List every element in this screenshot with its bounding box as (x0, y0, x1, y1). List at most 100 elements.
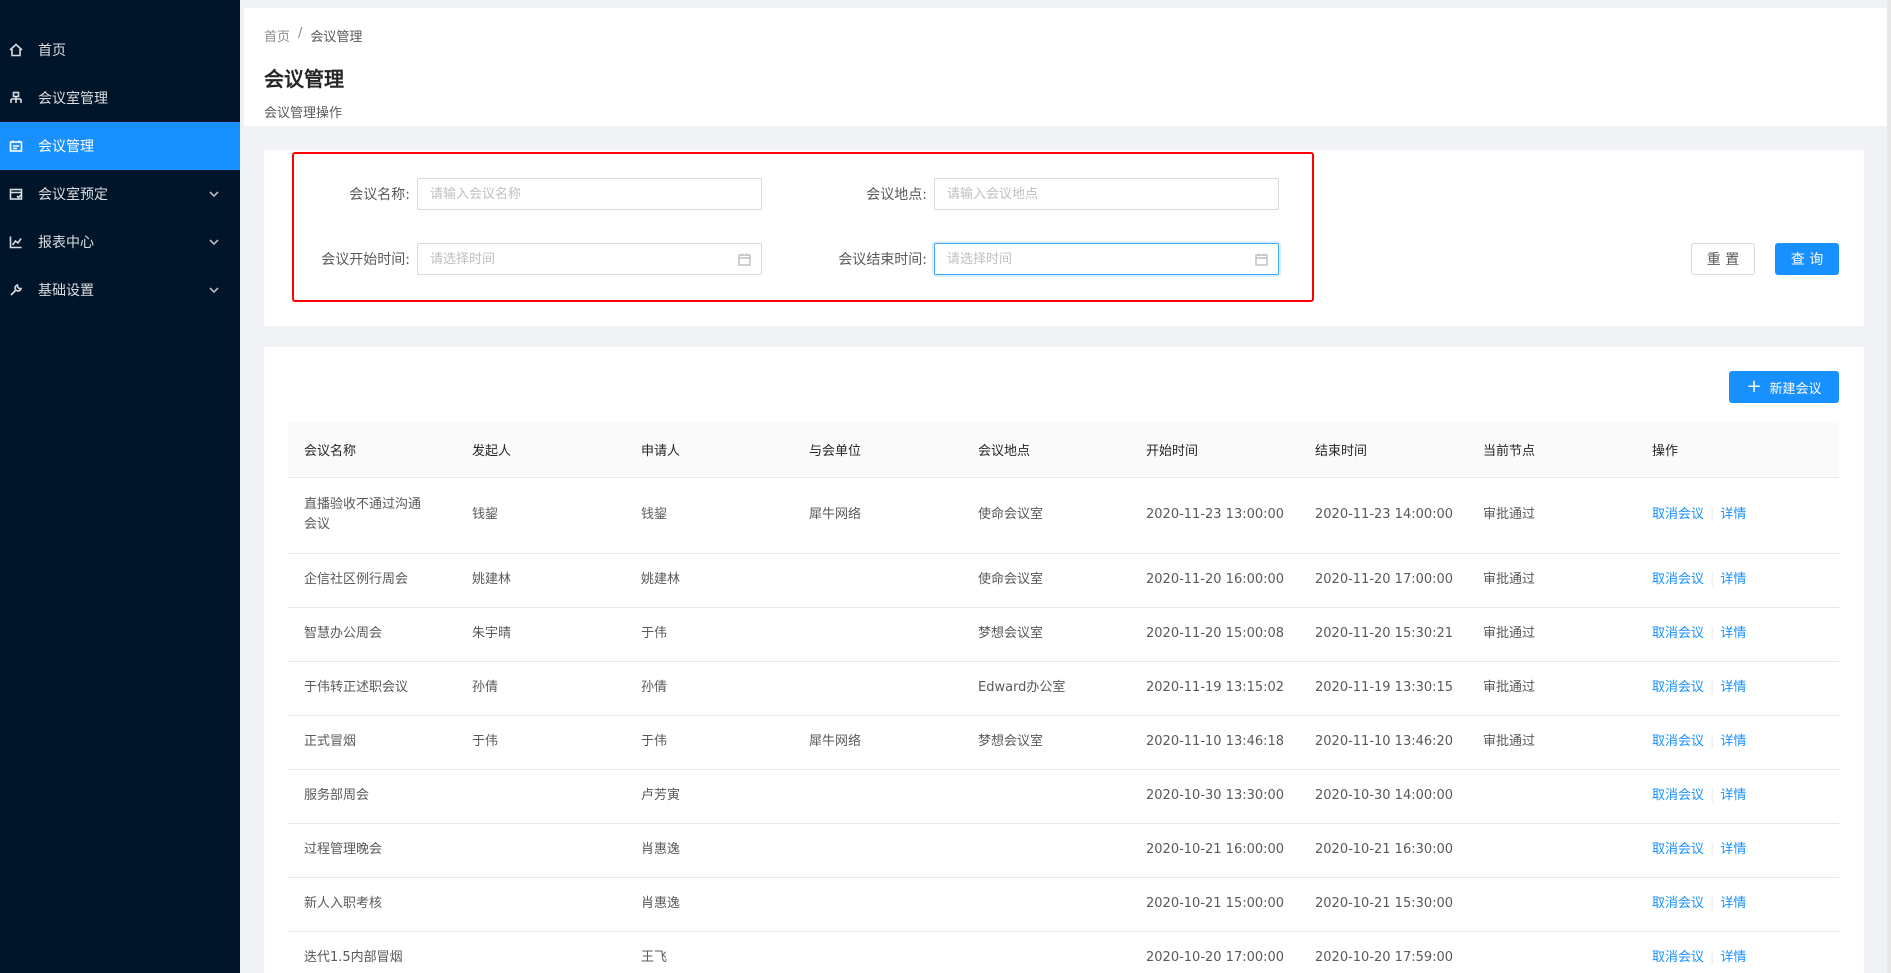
detail-link[interactable]: 详情 (1720, 507, 1746, 522)
cell-name: 于伟转正述职会议 (288, 661, 456, 716)
cell-actions: 取消会议 | 详情 (1636, 823, 1839, 878)
cell-applicant: 孙倩 (625, 661, 793, 716)
table-row: 正式冒烟 于伟 于伟 犀牛网络 梦想会议室 2020-11-10 13:46:18 2020… (288, 715, 1839, 770)
cancel-meeting-link[interactable]: 取消会议 (1652, 507, 1704, 522)
detail-link[interactable]: 详情 (1720, 734, 1746, 749)
table-row: 直播验收不通过沟通会议 钱鋆 钱鋆 犀牛网络 使命会议室 2020-11-23 13:00… (288, 477, 1839, 554)
cancel-meeting-link[interactable]: 取消会议 (1652, 788, 1704, 803)
sidebar-item-room-booking[interactable]: 会议室预定 (0, 170, 240, 218)
column-header: 会议名称 (288, 423, 456, 478)
cell-applicant: 肖惠逸 (625, 823, 793, 878)
cell-end: 2020-11-23 14:00:00 (1299, 477, 1467, 554)
cell-start: 2020-11-10 13:46:18 (1130, 715, 1299, 770)
start-time-label: 会议开始时间: (321, 252, 410, 268)
cell-name: 过程管理晚会 (288, 823, 456, 878)
detail-link[interactable]: 详情 (1720, 950, 1746, 965)
detail-link[interactable]: 详情 (1720, 788, 1746, 803)
cell-node: 审批通过 (1467, 607, 1636, 662)
cell-location: Edward办公室 (962, 661, 1130, 716)
cancel-meeting-link[interactable]: 取消会议 (1652, 572, 1704, 587)
cell-location (962, 931, 1130, 973)
cell-initiator: 于伟 (456, 715, 625, 770)
sidebar-item-label: 首页 (38, 43, 66, 59)
detail-link[interactable]: 详情 (1720, 680, 1746, 695)
end-time-label: 会议结束时间: (838, 252, 927, 268)
action-divider: | (1710, 626, 1715, 641)
breadcrumb-home[interactable]: 首页 (264, 26, 290, 45)
cell-initiator: 姚建林 (456, 553, 625, 608)
cell-node (1467, 823, 1636, 878)
cell-node (1467, 931, 1636, 973)
cancel-meeting-link[interactable]: 取消会议 (1652, 842, 1704, 857)
table-row: 企信社区例行周会 姚建林 姚建林 使命会议室 2020-11-20 16:00:00 20… (288, 553, 1839, 608)
chevron-down-icon[interactable] (208, 236, 220, 248)
reset-button[interactable]: 重 置 (1691, 243, 1755, 275)
cell-node: 审批通过 (1467, 661, 1636, 716)
start-time-field[interactable] (417, 243, 762, 275)
breadcrumb-current: 会议管理 (310, 30, 363, 45)
sidebar-item-label: 会议室管理 (38, 91, 108, 107)
cell-initiator: 孙倩 (456, 661, 625, 716)
sidebar-item-label: 基础设置 (38, 283, 94, 299)
page-title: 会议管理 (264, 67, 344, 91)
start-time-input[interactable] (418, 244, 761, 274)
cancel-meeting-link[interactable]: 取消会议 (1652, 950, 1704, 965)
cell-location (962, 823, 1130, 878)
cell-unit (793, 931, 962, 973)
meeting-icon (8, 138, 24, 154)
cell-start: 2020-10-21 16:00:00 (1130, 823, 1299, 878)
new-meeting-label: 新建会议 (1769, 381, 1822, 397)
new-meeting-button[interactable]: + 新建会议 (1729, 371, 1839, 403)
column-header: 结束时间 (1299, 423, 1467, 478)
cell-location: 使命会议室 (962, 477, 1130, 554)
cancel-meeting-link[interactable]: 取消会议 (1652, 734, 1704, 749)
end-time-field[interactable] (934, 243, 1279, 275)
meeting-location-field[interactable] (934, 178, 1279, 210)
cell-actions: 取消会议 | 详情 (1636, 769, 1839, 824)
meeting-name-field[interactable] (417, 178, 762, 210)
chevron-down-icon[interactable] (208, 284, 220, 296)
chevron-down-icon[interactable] (208, 188, 220, 200)
column-header: 与会单位 (793, 423, 962, 478)
table-row: 服务部周会 卢芳寅 2020-10-30 13:30:00 2020-10-30 14… (288, 769, 1839, 824)
detail-link[interactable]: 详情 (1720, 842, 1746, 857)
cell-applicant: 肖惠逸 (625, 877, 793, 932)
cell-end: 2020-10-30 14:00:00 (1299, 769, 1467, 824)
cell-location: 梦想会议室 (962, 715, 1130, 770)
cell-name: 直播验收不通过沟通会议 (288, 477, 456, 554)
cell-unit (793, 553, 962, 608)
cell-initiator: 朱宇晴 (456, 607, 625, 662)
sidebar-item-room-management[interactable]: 会议室管理 (0, 74, 240, 122)
cancel-meeting-link[interactable]: 取消会议 (1652, 680, 1704, 695)
sidebar-item-report-center[interactable]: 报表中心 (0, 218, 240, 266)
table-row: 于伟转正述职会议 孙倩 孙倩 Edward办公室 2020-11-19 13:15:02… (288, 661, 1839, 716)
cell-actions: 取消会议 | 详情 (1636, 661, 1839, 716)
cancel-meeting-link[interactable]: 取消会议 (1652, 896, 1704, 911)
meeting-location-input[interactable] (935, 179, 1278, 209)
cell-applicant: 姚建林 (625, 553, 793, 608)
sidebar-item-meeting-management[interactable]: 会议管理 (0, 122, 240, 170)
sidebar-item-label: 会议管理 (38, 139, 94, 155)
calendar-icon (738, 253, 751, 266)
sidebar-item-label: 报表中心 (38, 235, 94, 251)
cell-location: 使命会议室 (962, 553, 1130, 608)
meeting-location-label: 会议地点: (866, 187, 927, 203)
cell-initiator (456, 769, 625, 824)
action-divider: | (1710, 680, 1715, 695)
sidebar-item-basic-settings[interactable]: 基础设置 (0, 266, 240, 314)
detail-link[interactable]: 详情 (1720, 626, 1746, 641)
detail-link[interactable]: 详情 (1720, 572, 1746, 587)
cell-unit: 犀牛网络 (793, 715, 962, 770)
cancel-meeting-link[interactable]: 取消会议 (1652, 626, 1704, 641)
query-button[interactable]: 查 询 (1775, 243, 1839, 275)
cell-actions: 取消会议 | 详情 (1636, 715, 1839, 770)
cell-end: 2020-11-10 13:46:20 (1299, 715, 1467, 770)
scrollbar[interactable] (1887, 0, 1891, 973)
cell-unit (793, 823, 962, 878)
end-time-input[interactable] (935, 244, 1278, 274)
sidebar-item-home[interactable]: 首页 (0, 26, 240, 74)
cell-actions: 取消会议 | 详情 (1636, 931, 1839, 973)
meeting-name-input[interactable] (418, 179, 761, 209)
cell-initiator (456, 823, 625, 878)
detail-link[interactable]: 详情 (1720, 896, 1746, 911)
